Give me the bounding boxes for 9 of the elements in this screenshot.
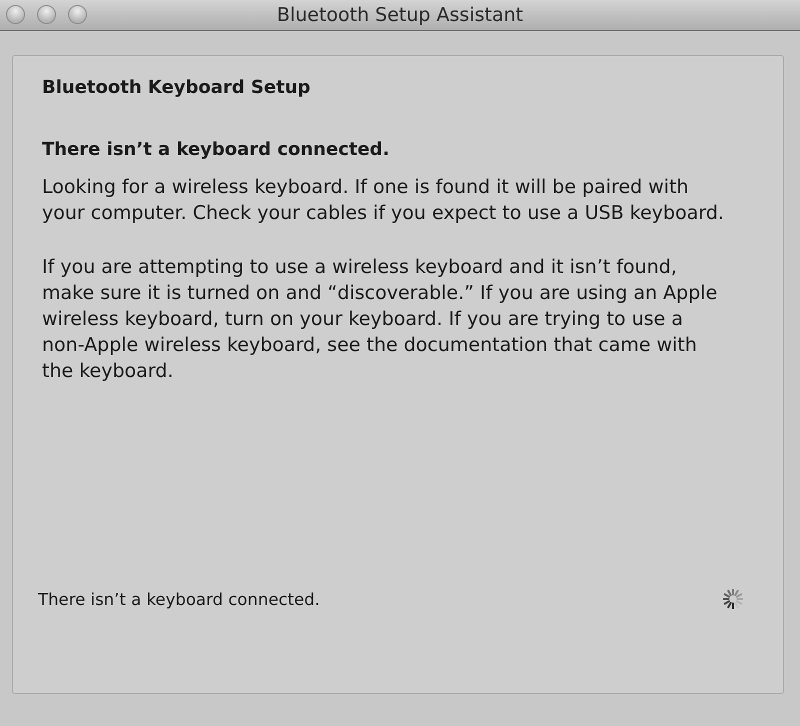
instruction-paragraph: If you are attempting to use a wireless keyboard and it isn’t found, make sure it is turned on and “discoverable.” If you are using an Apple wireless keyboard, turn on your keyboard. If you are trying to use a non-Apple wireless keyboard, see the documentation that came with the keyboard. (42, 255, 718, 384)
panel-heading: Bluetooth Keyboard Setup (42, 77, 312, 98)
window-title: Bluetooth Setup Assistant (276, 4, 524, 26)
status-text: There isn’t a keyboard connected. (38, 590, 320, 608)
close-button[interactable] (6, 5, 25, 24)
minimize-button[interactable] (37, 5, 56, 24)
zoom-button[interactable] (68, 5, 87, 24)
instruction-paragraph: Looking for a wireless keyboard. If one is found it will be paired with your computer. Check your cables if you expect to use a USB keyboard. (42, 175, 725, 226)
status-heading: There isn’t a keyboard connected. (42, 139, 390, 160)
